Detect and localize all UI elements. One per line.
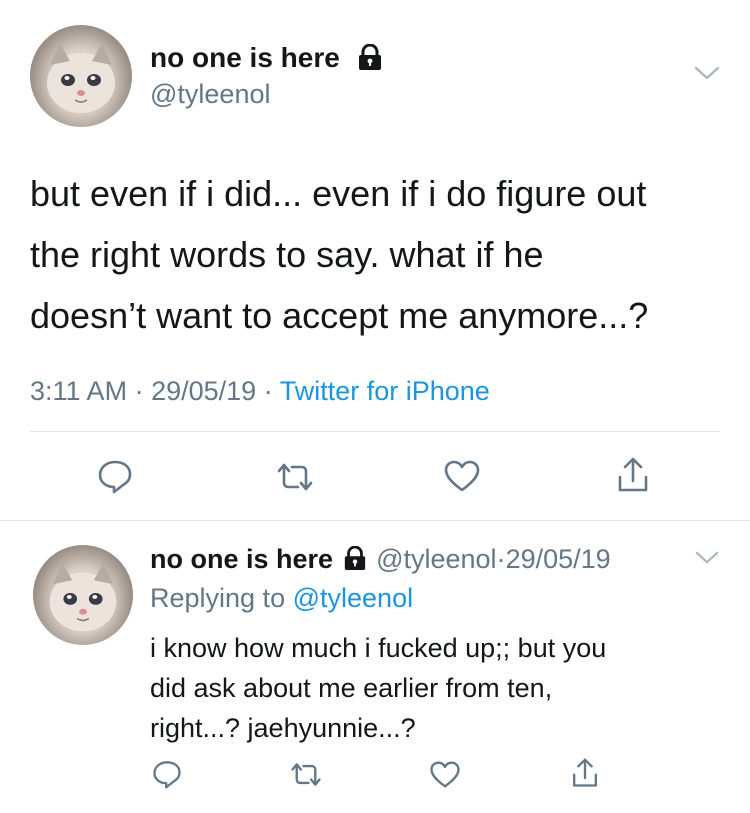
tweet-text-line: doesn’t want to accept me anymore...? [30,295,649,336]
meta-separator: · [496,544,506,574]
tweet-date: 29/05/19 [151,376,257,406]
like-icon[interactable] [443,459,481,493]
tweet-source-link[interactable]: Twitter for iPhone [280,376,490,406]
tweet-meta: 3:11 AM · 29/05/19 · Twitter for iPhone [30,375,490,407]
chevron-down-icon[interactable] [694,549,720,566]
reply-icon[interactable] [97,458,133,494]
tweet-text: but even if i did... even if i do figure… [30,163,730,346]
tweet-text: i know how much i fucked up;; but you di… [150,628,730,748]
divider [30,431,720,432]
lock-icon [357,44,383,71]
tweet-text-line: right...? jaehyunnie...? [150,713,416,743]
like-icon[interactable] [429,760,461,789]
reply-header: no one is here @tyleenol·29/05/19 [150,543,611,575]
share-icon[interactable] [615,455,651,495]
divider [0,520,750,521]
share-icon[interactable] [570,756,600,790]
meta-separator: · [134,376,144,406]
chevron-down-icon[interactable] [693,64,721,82]
tweet-text-line: i know how much i fucked up;; but you [150,633,607,663]
replying-to-label: Replying to [150,583,286,613]
display-name[interactable]: no one is here [150,42,340,74]
tweet-text-line: the right words to say. what if he [30,234,544,275]
handle[interactable]: @tyleenol [376,544,496,574]
tweet-text-line: did ask about me earlier from ten, [150,673,553,703]
avatar[interactable] [30,25,132,127]
replying-to: Replying to @tyleenol [150,582,413,614]
reply-icon[interactable] [152,759,182,789]
avatar[interactable] [33,545,133,645]
tweet-text-line: but even if i did... even if i do figure… [30,173,647,214]
lock-icon [343,546,367,571]
display-name[interactable]: no one is here [150,544,333,574]
tweet-time: 3:11 AM [30,376,128,406]
retweet-icon[interactable] [290,761,322,788]
meta-separator: · [263,376,273,406]
tweet-date: 29/05/19 [505,544,611,574]
replying-to-handle[interactable]: @tyleenol [293,583,413,613]
handle[interactable]: @tyleenol [150,78,270,110]
retweet-icon[interactable] [276,461,314,493]
